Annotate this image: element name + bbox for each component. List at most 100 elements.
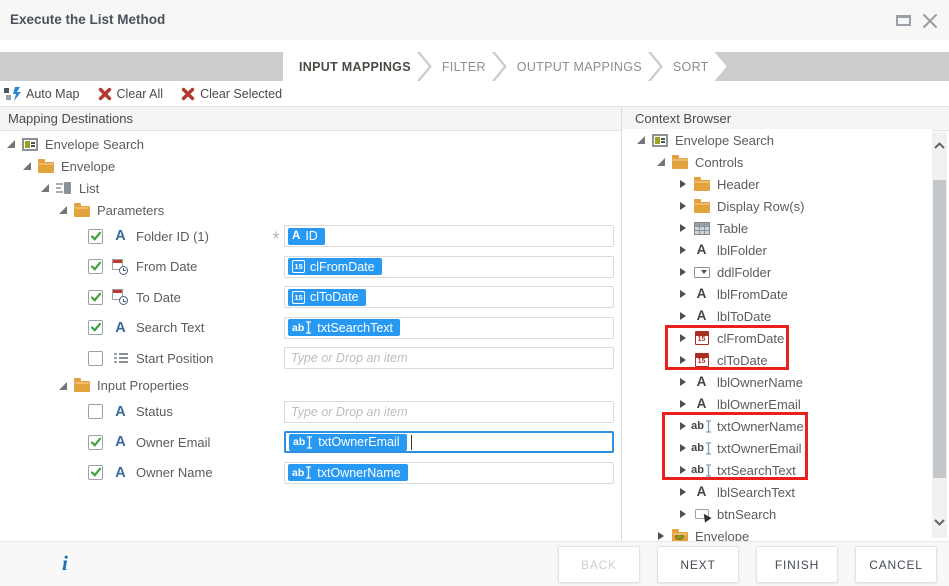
finish-button[interactable]: FINISH [756,546,838,583]
expander-icon[interactable] [676,334,689,342]
tab-filter[interactable]: FILTER [420,52,504,81]
mapping-row-owner-name: A Owner Name abtxtOwnerName [0,458,621,489]
expander-icon[interactable] [676,400,689,408]
token-id[interactable]: AID [288,228,325,245]
expander-icon[interactable] [676,224,689,232]
expander-icon[interactable] [38,184,51,192]
clear-selected-button[interactable]: Clear Selected [179,87,284,101]
label-control-icon: A [697,243,707,257]
scroll-up-icon[interactable] [934,142,945,149]
context-item-lblfolder[interactable]: A lblFolder [623,239,932,261]
context-item-btnsearch[interactable]: btnSearch [623,503,932,525]
mapping-input-owner-name[interactable]: abtxtOwnerName [284,462,614,484]
context-item-envelope-search[interactable]: Envelope Search [623,129,932,151]
info-icon[interactable]: i [62,551,68,576]
tree-item-envelope[interactable]: Envelope [0,155,621,177]
scroll-down-icon[interactable] [934,519,945,526]
cancel-button[interactable]: CANCEL [855,546,937,583]
checkbox-unchecked[interactable] [88,351,103,366]
expander-icon[interactable] [676,246,689,254]
wizard-steps: INPUT MAPPINGS FILTER OUTPUT MAPPINGS SO… [0,52,949,81]
maximize-icon[interactable] [896,15,911,26]
context-item-lblowneremail[interactable]: A lblOwnerEmail [623,393,932,415]
mapping-input-from-date[interactable]: 15clFromDate [284,256,614,278]
mapping-input-to-date[interactable]: 15clToDate [284,286,614,308]
checkbox-checked[interactable] [88,229,103,244]
clear-all-button[interactable]: Clear All [96,87,166,101]
context-item-txtownername[interactable]: ab txtOwnerName [623,415,932,437]
context-item-lblfromdate[interactable]: A lblFromDate [623,283,932,305]
mapping-input-search-text[interactable]: abtxtSearchText [284,317,614,339]
context-item-table[interactable]: Table [623,217,932,239]
context-item-envelope[interactable]: Envelope [623,525,932,541]
tree-item-input-properties[interactable]: Input Properties [0,375,621,397]
titlebar: Execute the List Method [0,0,949,40]
expander-icon[interactable] [676,268,689,276]
expander-icon[interactable] [56,206,69,214]
scrollbar-thumb[interactable] [933,180,946,478]
token-cltodate[interactable]: 15clToDate [288,289,366,306]
checkbox-checked[interactable] [88,290,103,305]
tab-output-mappings[interactable]: OUTPUT MAPPINGS [495,52,660,81]
expander-icon[interactable] [676,444,689,452]
clear-selected-icon [181,87,195,101]
toolbar: Auto Map Clear All Clear Selected [0,81,949,106]
context-item-cltodate[interactable]: 15 clToDate [623,349,932,371]
tree-item-list[interactable]: List [0,177,621,199]
context-item-lbltodate[interactable]: A lblToDate [623,305,932,327]
close-icon[interactable] [921,12,939,30]
field-placeholder: Type or Drop an item [288,351,407,365]
tab-input-mappings[interactable]: INPUT MAPPINGS [283,52,429,81]
mapping-input-start-position[interactable]: Type or Drop an item [284,347,614,369]
back-button[interactable]: BACK [558,546,640,583]
token-txtsearchtext[interactable]: abtxtSearchText [288,319,400,336]
tab-sort[interactable]: SORT [651,52,727,81]
expander-icon[interactable] [676,290,689,298]
context-item-txtsearchtext[interactable]: ab txtSearchText [623,459,932,481]
mapping-input-owner-email[interactable]: abtxtOwnerEmail [284,431,614,453]
text-caret [411,435,412,450]
context-item-header[interactable]: Header [623,173,932,195]
expander-icon[interactable] [676,202,689,210]
mapping-input-status[interactable]: Type or Drop an item [284,401,614,423]
expander-icon[interactable] [676,422,689,430]
label-control-icon: A [697,397,707,411]
expander-icon[interactable] [20,162,33,170]
tree-item-envelope-search[interactable]: Envelope Search [0,133,621,155]
context-item-ddlfolder[interactable]: ddlFolder [623,261,932,283]
checkbox-checked[interactable] [88,320,103,335]
next-button[interactable]: NEXT [657,546,739,583]
expander-icon[interactable] [634,136,647,144]
text-type-icon: A [115,466,125,480]
expander-icon[interactable] [676,488,689,496]
expander-icon[interactable] [676,312,689,320]
expander-icon[interactable] [676,180,689,188]
expander-icon[interactable] [676,510,689,518]
context-item-lblownername[interactable]: A lblOwnerName [623,371,932,393]
context-scrollbar[interactable] [932,132,947,538]
context-item-clfromdate[interactable]: 15 clFromDate [623,327,932,349]
tree-item-parameters[interactable]: Parameters [0,199,621,221]
expander-icon[interactable] [4,140,17,148]
expander-icon[interactable] [56,382,69,390]
context-item-lblsearchtext[interactable]: A lblSearchText [623,481,932,503]
checkbox-checked[interactable] [88,435,103,450]
checkbox-checked[interactable] [88,259,103,274]
context-item-controls[interactable]: Controls [623,151,932,173]
mapping-input-folder-id[interactable]: AID [284,225,614,247]
expander-icon[interactable] [676,356,689,364]
expander-icon[interactable] [676,378,689,386]
context-item-display-rows[interactable]: Display Row(s) [623,195,932,217]
expander-icon[interactable] [654,158,667,166]
calendar-control-icon: 15 [695,331,709,345]
checkbox-unchecked[interactable] [88,404,103,419]
folder-icon [74,206,90,217]
context-item-txtowneremail[interactable]: ab txtOwnerEmail [623,437,932,459]
checkbox-checked[interactable] [88,465,103,480]
token-clfromdate[interactable]: 15clFromDate [288,258,382,275]
auto-map-button[interactable]: Auto Map [2,87,82,101]
expander-icon[interactable] [676,466,689,474]
token-txtowneremail[interactable]: abtxtOwnerEmail [289,434,407,451]
token-txtownername[interactable]: abtxtOwnerName [288,464,408,481]
expander-icon[interactable] [654,532,667,540]
